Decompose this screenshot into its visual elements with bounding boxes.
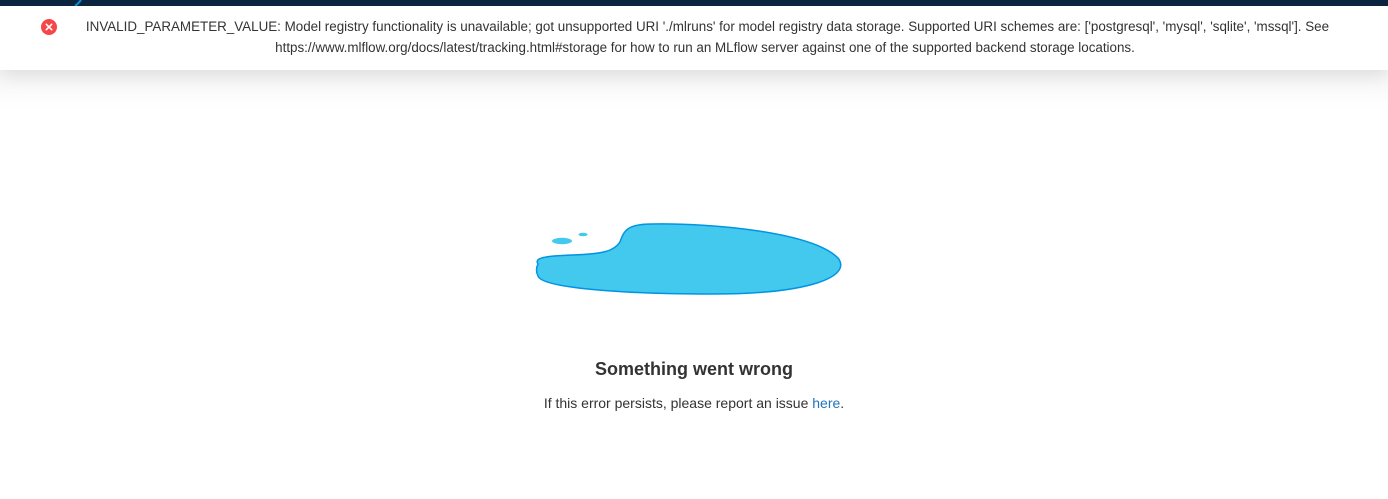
error-message: INVALID_PARAMETER_VALUE: Model registry … xyxy=(85,19,1330,55)
error-notification-banner: INVALID_PARAMETER_VALUE: Model registry … xyxy=(0,6,1388,70)
close-circle-icon xyxy=(41,19,57,35)
water-puddle-illustration xyxy=(535,223,842,295)
error-title: Something went wrong xyxy=(595,359,793,379)
report-issue-link[interactable]: here xyxy=(812,395,840,411)
help-text-suffix: . xyxy=(840,395,845,411)
error-help-text: If this error persists, please report an… xyxy=(0,393,1388,413)
banner-shadow xyxy=(0,70,1388,110)
help-text-prefix: If this error persists, please report an… xyxy=(543,395,813,411)
